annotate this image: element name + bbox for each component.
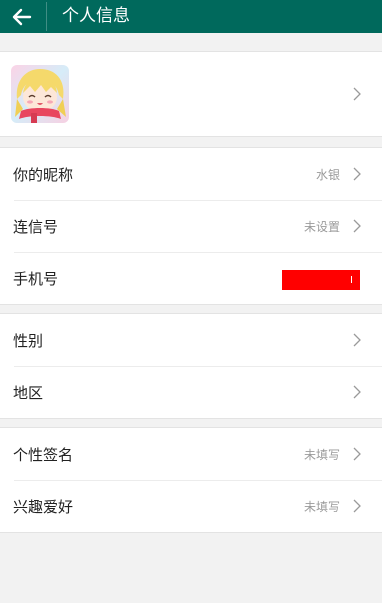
nickname-value: 水银 xyxy=(315,167,340,182)
nickname-label: 你的昵称 xyxy=(13,165,74,184)
app-header: 个人信息 xyxy=(0,0,382,33)
signature-value: 未填写 xyxy=(303,447,340,462)
about-section: 个性签名 未填写 兴趣爱好 未填写 xyxy=(0,427,382,533)
avatar-row[interactable] xyxy=(0,52,382,136)
personal-section: 性别 地区 xyxy=(0,313,382,419)
phone-redaction xyxy=(282,270,360,290)
avatar-section xyxy=(0,51,382,137)
header-divider xyxy=(46,2,47,31)
hobbies-value: 未填写 xyxy=(303,499,340,514)
chevron-right-icon xyxy=(353,447,361,461)
lianxin-id-label: 连信号 xyxy=(13,217,59,236)
page-title: 个人信息 xyxy=(62,6,130,26)
back-arrow-icon xyxy=(12,8,32,25)
gender-label: 性别 xyxy=(13,331,44,350)
lianxin-id-value: 未设置 xyxy=(303,219,340,234)
gender-row[interactable]: 性别 xyxy=(0,314,382,366)
account-section: 你的昵称 水银 连信号 未设置 手机号 xyxy=(0,147,382,305)
hobbies-row[interactable]: 兴趣爱好 未填写 xyxy=(0,480,382,532)
redaction-mark xyxy=(351,276,352,283)
chevron-right-icon xyxy=(353,219,361,233)
chevron-right-icon xyxy=(353,333,361,347)
signature-label: 个性签名 xyxy=(13,445,74,464)
signature-row[interactable]: 个性签名 未填写 xyxy=(0,428,382,480)
nickname-row[interactable]: 你的昵称 水银 xyxy=(0,148,382,200)
lianxin-id-row[interactable]: 连信号 未设置 xyxy=(0,200,382,252)
chevron-right-icon xyxy=(353,499,361,513)
hobbies-label: 兴趣爱好 xyxy=(13,497,74,516)
chevron-right-icon xyxy=(353,87,361,101)
phone-row: 手机号 xyxy=(0,252,382,304)
chevron-right-icon xyxy=(353,385,361,399)
phone-label: 手机号 xyxy=(13,269,59,288)
region-row[interactable]: 地区 xyxy=(0,366,382,418)
avatar[interactable] xyxy=(11,65,69,123)
region-label: 地区 xyxy=(13,383,44,402)
chevron-right-icon xyxy=(353,167,361,181)
back-button[interactable] xyxy=(6,0,38,33)
